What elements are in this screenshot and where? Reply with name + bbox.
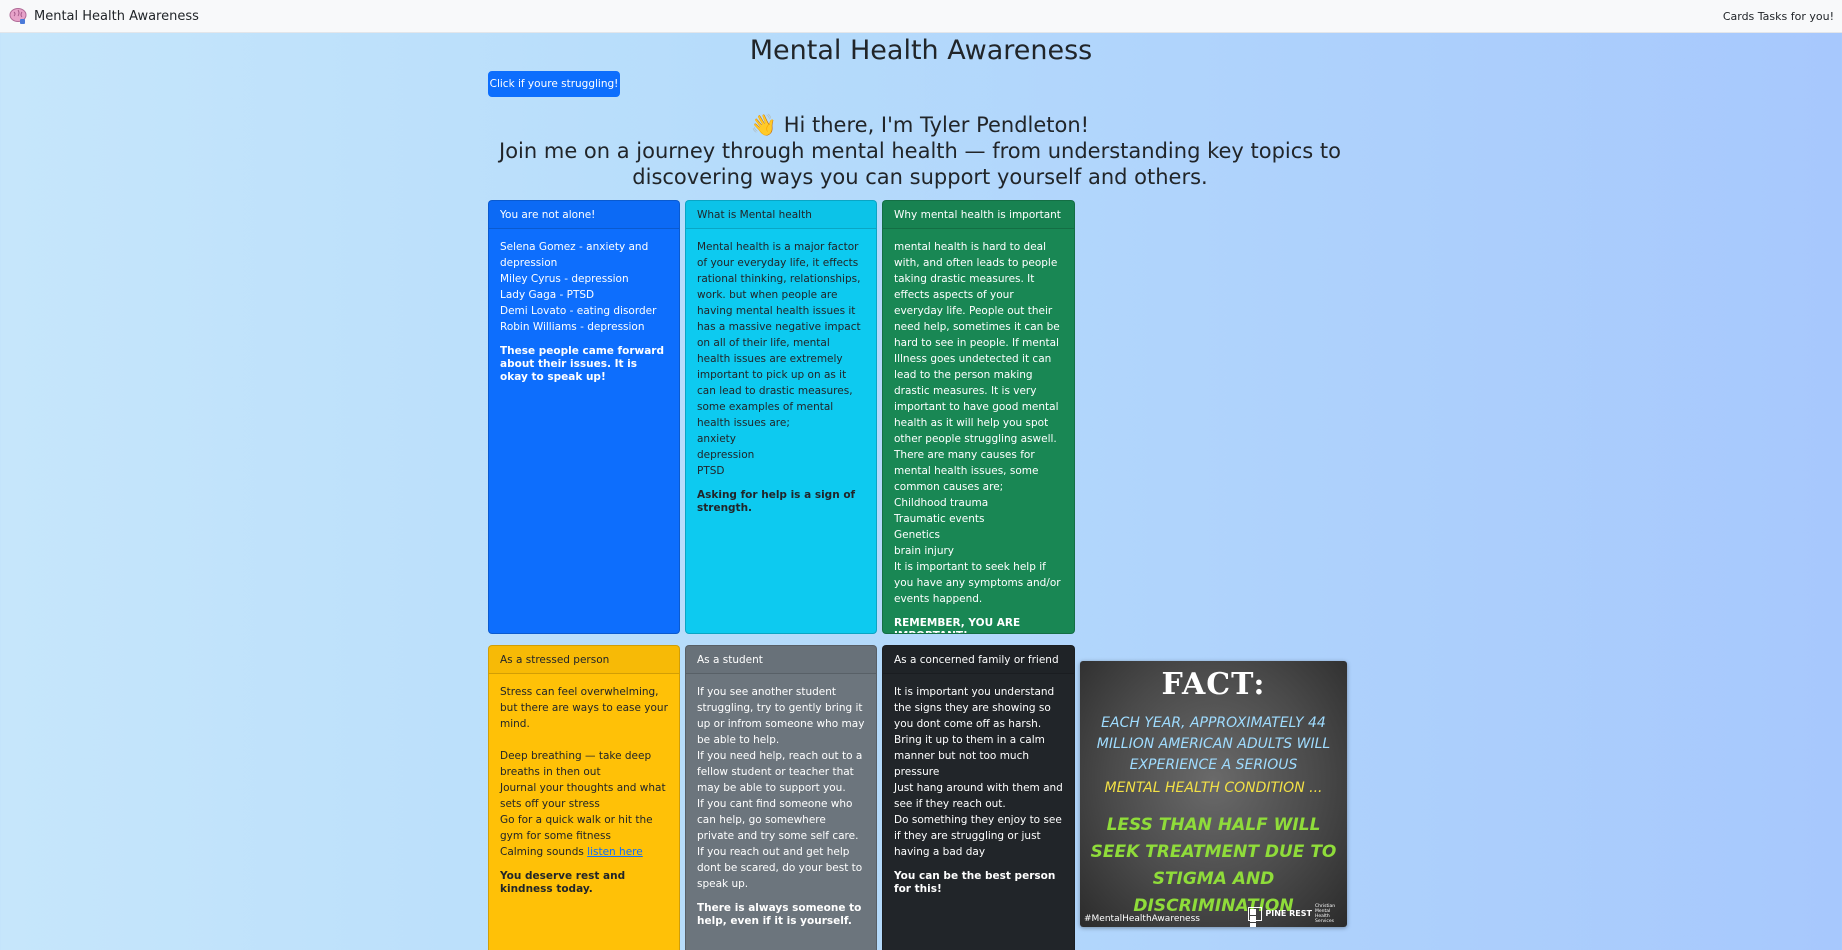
intro-subtitle: Join me on a journey through mental heal… (499, 139, 1341, 189)
mental-health-fact-poster: FACT: EACH YEAR, APPROXIMATELY 44 MILLIO… (1080, 661, 1347, 927)
card-stressed-person: As a stressed person Stress can feel ove… (488, 645, 680, 950)
list-item: It is important to seek help if you have… (894, 561, 1061, 605)
list-item: anxiety (697, 433, 737, 445)
card-body: Mental health is a major factor of your … (686, 229, 876, 525)
card-closing: These people came forward about their is… (500, 345, 664, 383)
list-item: PTSD (697, 465, 725, 477)
card-what-is-mental-health: What is Mental health Mental health is a… (685, 200, 877, 634)
card-body: mental health is hard to deal with, and … (883, 229, 1074, 633)
list-item: If you see another student struggling, t… (697, 686, 865, 746)
list-item: Selena Gomez - anxiety and depression (500, 241, 649, 269)
navbar: Mental Health Awareness Cards Tasks for … (0, 0, 1842, 33)
calming-sounds-label: Calming sounds (500, 846, 588, 858)
card-closing: You can be the best person for this! (894, 870, 1056, 895)
logo-text: PINE REST (1265, 909, 1312, 918)
card-header: What is Mental health (686, 201, 876, 229)
list-item: brain injury (894, 545, 955, 557)
card-why-important: Why mental health is important mental he… (882, 200, 1075, 634)
list-item: Traumatic events (894, 513, 985, 525)
card-not-alone: You are not alone! Selena Gomez - anxiet… (488, 200, 680, 634)
nav-link-cards-tasks[interactable]: Cards Tasks for you! (1723, 10, 1834, 23)
list-item: Deep breathing — take deep breaths in th… (500, 750, 652, 778)
pine-rest-logo: PINE REST Christian Mental Health Servic… (1248, 904, 1341, 927)
list-item: It is important you understand the signs… (894, 686, 1055, 730)
card-body: If you see another student struggling, t… (686, 674, 876, 938)
card-text: Mental health is a major factor of your … (697, 241, 861, 429)
logo-subtext: Christian Mental Health Services (1315, 904, 1336, 924)
card-header: As a student (686, 646, 876, 674)
card-body: Stress can feel overwhelming, but there … (489, 674, 679, 906)
card-closing: Asking for help is a sign of strength. (697, 489, 856, 514)
list-item: Do something they enjoy to see if they a… (894, 814, 1062, 858)
poster-statistic: EACH YEAR, APPROXIMATELY 44 MILLION AMER… (1096, 715, 1331, 773)
list-item: Miley Cyrus - depression (500, 273, 629, 285)
pine-rest-logo-icon (1248, 907, 1263, 927)
card-closing: There is always someone to help, even if… (697, 902, 862, 927)
intro-greeting: 👋 Hi there, I'm Tyler Pendleton! (750, 113, 1090, 137)
list-item: Genetics (894, 529, 940, 541)
list-item: depression (697, 449, 755, 461)
poster-fact-heading: FACT: (1161, 667, 1266, 702)
struggling-help-button[interactable]: Click if youre struggling! (488, 71, 620, 97)
list-item: Journal your thoughts and what sets off … (500, 782, 666, 810)
card-text: mental health is hard to deal with, and … (894, 241, 1060, 493)
card-header: As a stressed person (489, 646, 679, 674)
card-header: Why mental health is important (883, 201, 1074, 229)
list-item: If you need help, reach out to a fellow … (697, 750, 863, 794)
brand-label: Mental Health Awareness (34, 8, 199, 24)
card-body: Selena Gomez - anxiety and depression Mi… (489, 229, 679, 394)
poster-condition: MENTAL HEALTH CONDITION ... (1104, 780, 1323, 796)
list-item: Demi Lovato - eating disorder (500, 305, 657, 317)
list-item: Calming sounds listen here (500, 844, 668, 860)
card-student: As a student If you see another student … (685, 645, 877, 950)
page-title: Mental Health Awareness (749, 35, 1093, 66)
list-item: Lady Gaga - PTSD (500, 289, 595, 301)
card-closing: You deserve rest and kindness today. (500, 870, 626, 895)
poster-hashtag: #MentalHealthAwareness (1084, 914, 1200, 924)
navbar-brand[interactable]: Mental Health Awareness (8, 7, 199, 25)
card-body: It is important you understand the signs… (883, 674, 1074, 906)
card-header: You are not alone! (489, 201, 679, 229)
list-item: Robin Williams - depression (500, 321, 645, 333)
list-item: If you cant find someone who can help, g… (697, 798, 859, 842)
listen-here-link[interactable]: listen here (587, 846, 643, 858)
list-item: Bring it up to them in a calm manner but… (894, 734, 1045, 778)
card-header: As a concerned family or friend (883, 646, 1074, 674)
card-closing: REMEMBER, YOU ARE IMPORTANT! (894, 617, 1021, 633)
list-item: Go for a quick walk or hit the gym for s… (500, 814, 653, 842)
list-item: Childhood trauma (894, 497, 989, 509)
card-text: Stress can feel overwhelming, but there … (500, 686, 668, 730)
list-item: If you reach out and get help dont be sc… (697, 846, 863, 890)
card-family-friend: As a concerned family or friend It is im… (882, 645, 1075, 950)
brain-icon (9, 8, 27, 24)
intro-section: 👋 Hi there, I'm Tyler Pendleton! Join me… (480, 112, 1360, 190)
list-item: Just hang around with them and see if th… (894, 782, 1063, 810)
